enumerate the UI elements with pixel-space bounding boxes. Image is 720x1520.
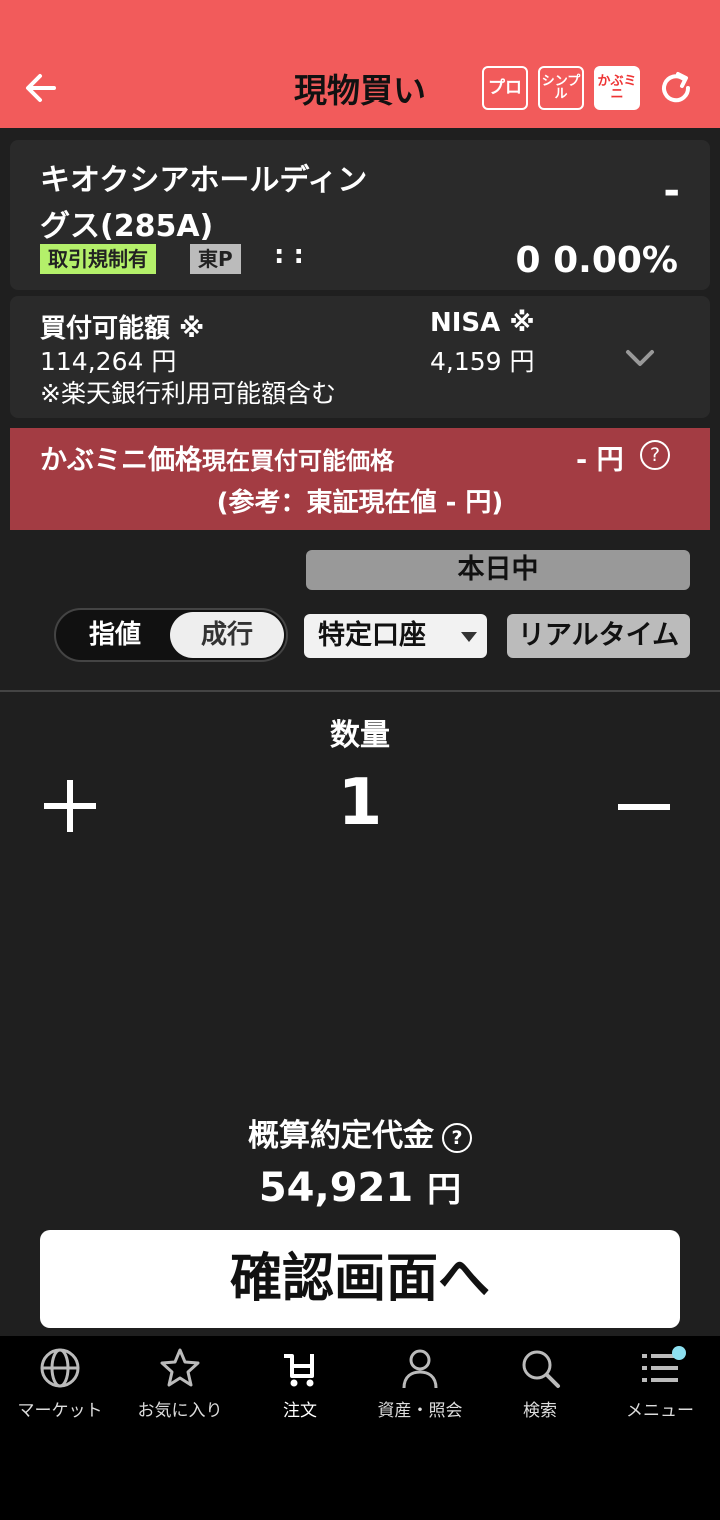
stock-card: キオクシアホールディングス(285A) - 取引規制有 東P : : 0 0.0…	[10, 140, 710, 290]
restriction-tag: 取引規制有	[40, 244, 156, 274]
account-type-select[interactable]: 特定口座	[304, 614, 487, 658]
kabumini-price-sublabel: 現在買付可能価格	[202, 447, 394, 475]
kabumini-mode-button[interactable]: かぶミニ	[594, 66, 640, 110]
reference-price: (参考：東証現在値 - 円)	[216, 488, 504, 518]
nav-label: メニュー	[626, 1401, 694, 1421]
bottom-nav: マーケット お気に入り 注文 資産・照会 検索 メニュー	[0, 1336, 720, 1520]
buying-power-value: 114,264 円	[40, 347, 177, 376]
nav-market[interactable]: マーケット	[0, 1346, 120, 1421]
quantity-label: 数量	[330, 718, 390, 753]
nav-label: 検索	[523, 1401, 557, 1421]
nav-label: マーケット	[17, 1401, 103, 1421]
nav-label: お気に入り	[137, 1401, 223, 1421]
nav-label: 資産・照会	[377, 1401, 463, 1421]
quote-time: : :	[274, 240, 304, 270]
estimate-label: 概算約定代金	[248, 1118, 434, 1154]
nav-favorites[interactable]: お気に入り	[120, 1346, 240, 1421]
nisa-value: 4,159 円	[430, 347, 535, 376]
kabumini-price-banner: かぶミニ価格現在買付可能価格 - 円 ? (参考：東証現在値 - 円)	[10, 428, 710, 530]
price-change-dash: -	[663, 168, 680, 214]
confirm-button[interactable]: 確認画面へ	[40, 1230, 680, 1328]
bank-note: ※楽天銀行利用可能額含む	[40, 379, 336, 408]
order-type-toggle: 指値 成行	[54, 608, 288, 662]
order-form: キオクシアホールディングス(285A) - 取引規制有 東P : : 0 0.0…	[0, 128, 720, 1336]
quantity-value[interactable]: 1	[0, 766, 720, 840]
account-type-label: 特定口座	[318, 620, 426, 651]
notification-dot	[672, 1346, 686, 1360]
kabumini-price-label: かぶミニ価格	[40, 445, 202, 476]
market-order-option[interactable]: 成行	[170, 612, 284, 658]
cart-icon	[284, 1354, 314, 1387]
nisa-label: NISA ※	[430, 308, 535, 338]
globe-icon	[40, 1348, 80, 1388]
nav-order[interactable]: 注文	[240, 1346, 360, 1421]
estimate-value: 54,921	[258, 1165, 414, 1211]
dropdown-triangle-icon	[461, 632, 477, 642]
person-icon	[402, 1349, 438, 1389]
chevron-down-icon[interactable]	[622, 340, 658, 376]
app-header: 現物買い プロ シンプル かぶミニ	[0, 0, 720, 128]
market-tag: 東P	[190, 244, 241, 274]
kabumini-price-value: - 円	[576, 445, 624, 476]
help-icon[interactable]: ?	[442, 1122, 472, 1153]
stock-name: キオクシアホールディングス(285A)	[40, 163, 368, 244]
divider	[0, 690, 720, 692]
nav-label: 注文	[283, 1401, 317, 1421]
nav-assets[interactable]: 資産・照会	[360, 1346, 480, 1421]
search-icon	[522, 1350, 560, 1388]
estimate-unit: 円	[427, 1170, 462, 1210]
help-icon[interactable]: ?	[640, 440, 670, 470]
pro-mode-button[interactable]: プロ	[482, 66, 528, 110]
minus-icon[interactable]	[618, 804, 670, 810]
buying-power-label: 買付可能額 ※	[40, 314, 205, 344]
limit-order-option[interactable]: 指値	[58, 612, 172, 658]
refresh-icon[interactable]	[656, 68, 696, 108]
realtime-button[interactable]: リアルタイム	[507, 614, 690, 658]
nav-menu[interactable]: メニュー	[600, 1346, 720, 1421]
price-change: 0 0.00%	[515, 240, 678, 281]
nav-search[interactable]: 検索	[480, 1346, 600, 1421]
buying-power-card[interactable]: 買付可能額 ※ 114,264 円 NISA ※ 4,159 円 ※楽天銀行利用…	[10, 296, 710, 418]
period-selector[interactable]: 本日中	[306, 550, 690, 590]
star-icon	[160, 1348, 200, 1387]
simple-mode-button[interactable]: シンプル	[538, 66, 584, 110]
